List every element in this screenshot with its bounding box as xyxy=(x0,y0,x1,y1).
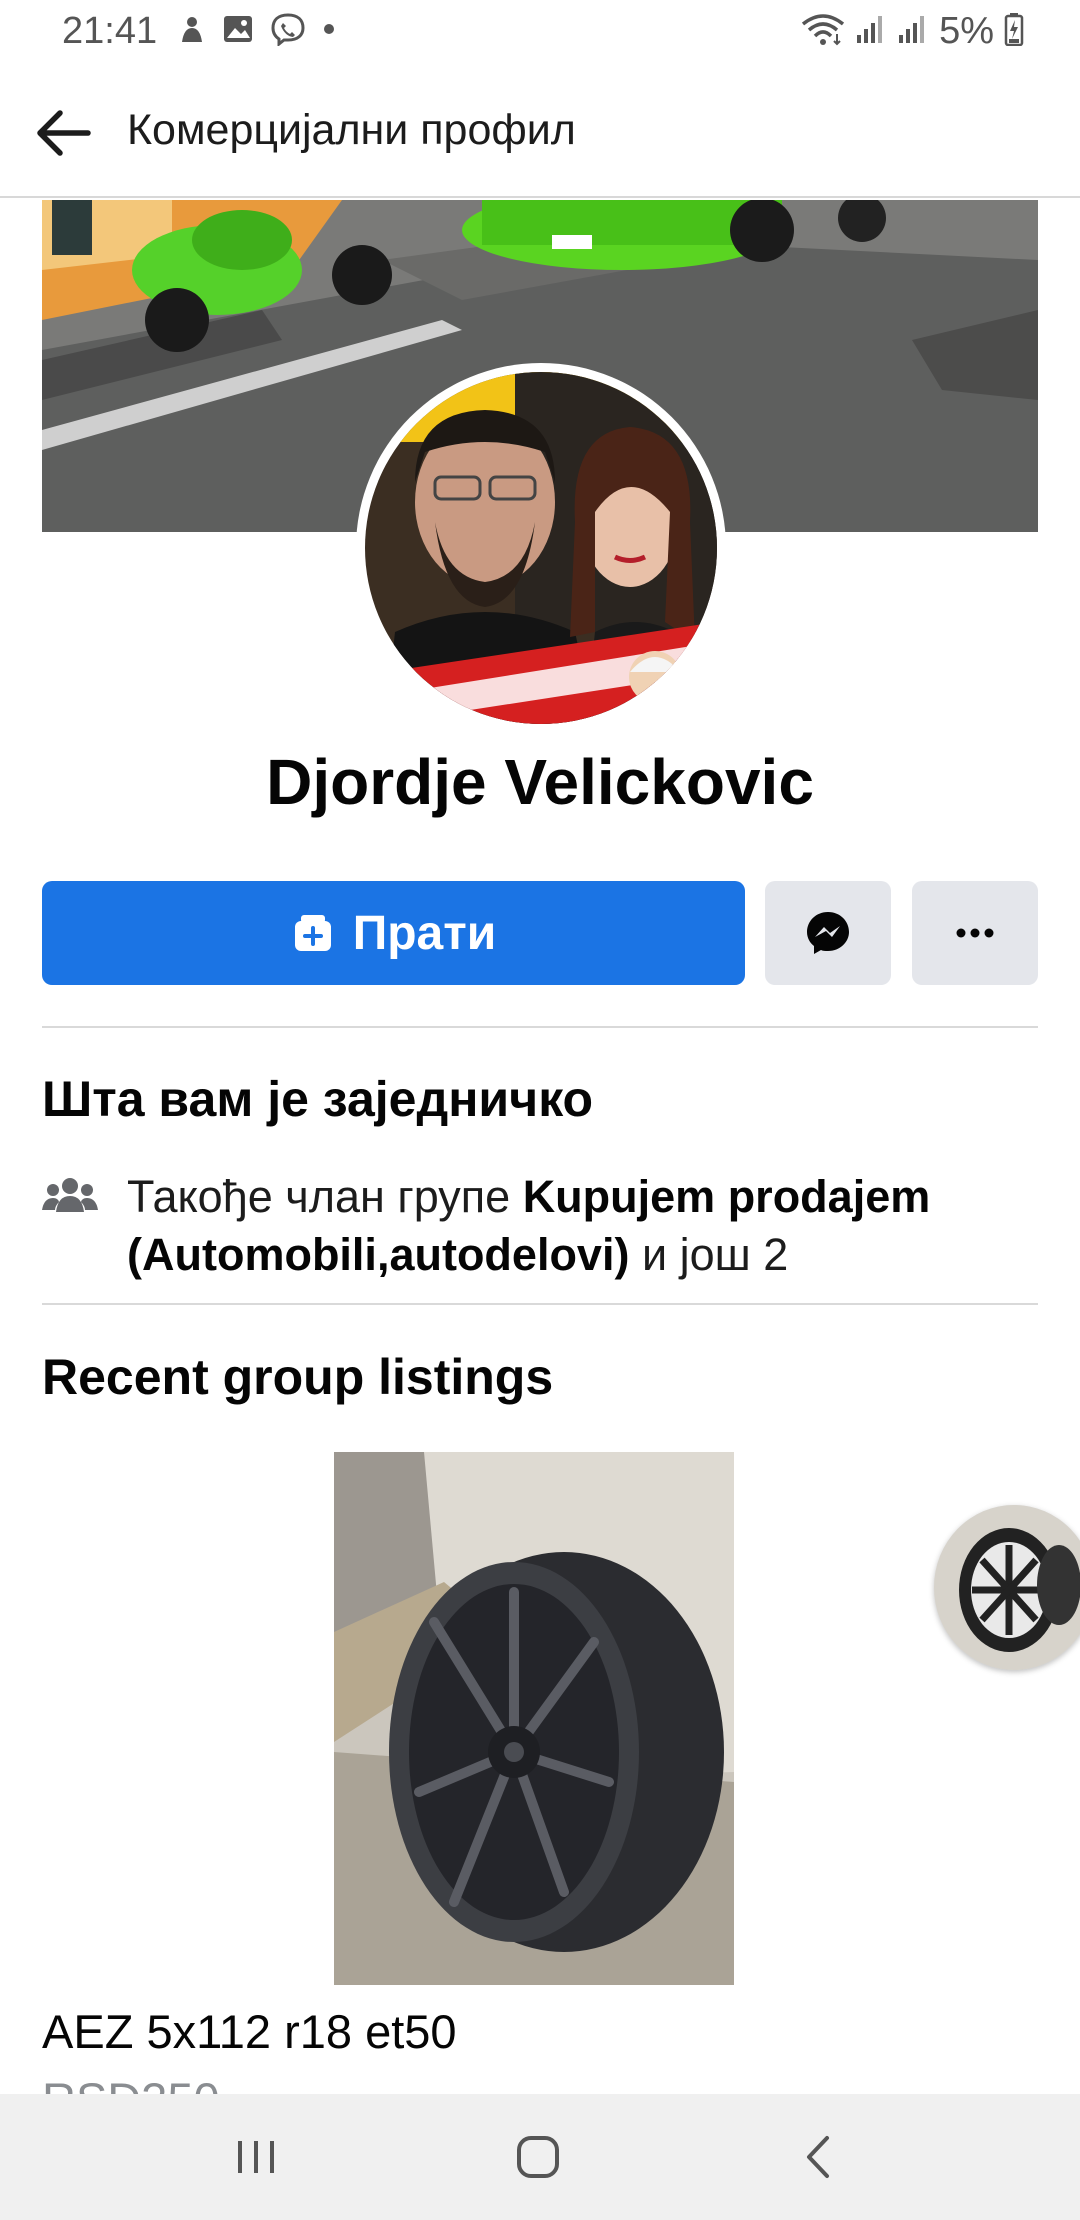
back-button[interactable] xyxy=(28,104,98,162)
groups-icon xyxy=(42,1176,98,1221)
listings-section-title: Recent group listings xyxy=(42,1349,554,1405)
messenger-button[interactable] xyxy=(765,881,891,985)
back-icon xyxy=(807,2136,829,2178)
recents-button[interactable] xyxy=(216,2124,296,2190)
listing-image[interactable] xyxy=(934,1505,1080,1670)
signal-icon xyxy=(897,13,929,50)
messenger-icon xyxy=(807,912,849,954)
dot-icon xyxy=(322,22,336,41)
battery-percentage: 5% xyxy=(939,10,994,52)
gallery-icon xyxy=(222,14,254,49)
page-title: Комерцијални профил xyxy=(127,106,576,154)
common-text-prefix: Такође члан групе xyxy=(127,1171,523,1222)
more-dots-icon xyxy=(956,928,994,938)
recents-icon xyxy=(238,2141,274,2173)
viber-icon xyxy=(270,12,306,51)
listing-image[interactable] xyxy=(334,1452,734,1985)
system-nav-bar xyxy=(0,2094,1080,2220)
status-system-icons: 5% xyxy=(801,10,1024,53)
wifi-icon xyxy=(801,12,845,51)
listing-title[interactable]: AEZ 5x112 r18 et50 xyxy=(42,2004,457,2059)
system-back-button[interactable] xyxy=(778,2124,858,2190)
divider xyxy=(42,1026,1038,1028)
status-bar: 21:41 5% xyxy=(0,0,1080,64)
common-text-suffix: и још 2 xyxy=(629,1229,789,1280)
home-icon xyxy=(517,2136,559,2178)
home-button[interactable] xyxy=(498,2124,578,2190)
follow-button-label: Прати xyxy=(352,906,497,960)
more-button[interactable] xyxy=(912,881,1038,985)
profile-photo xyxy=(365,372,717,724)
common-section-title: Шта вам је заједничко xyxy=(42,1071,594,1127)
status-time: 21:41 xyxy=(62,10,158,52)
status-notification-icons xyxy=(178,12,336,51)
signal-icon xyxy=(855,13,887,50)
arrow-left-icon xyxy=(37,110,91,156)
profile-name: Djordje Velickovic xyxy=(266,746,814,818)
follow-plus-icon xyxy=(294,915,331,951)
common-groups-text: Такође члан групе Kupujem prodajem (Auto… xyxy=(127,1168,1037,1284)
app-bar: Комерцијални профил xyxy=(0,64,1080,198)
follow-button[interactable]: Прати xyxy=(42,881,745,985)
divider xyxy=(42,1303,1038,1305)
battery-icon xyxy=(1004,12,1024,51)
avatar[interactable] xyxy=(356,363,726,733)
assistant-icon xyxy=(178,14,206,49)
